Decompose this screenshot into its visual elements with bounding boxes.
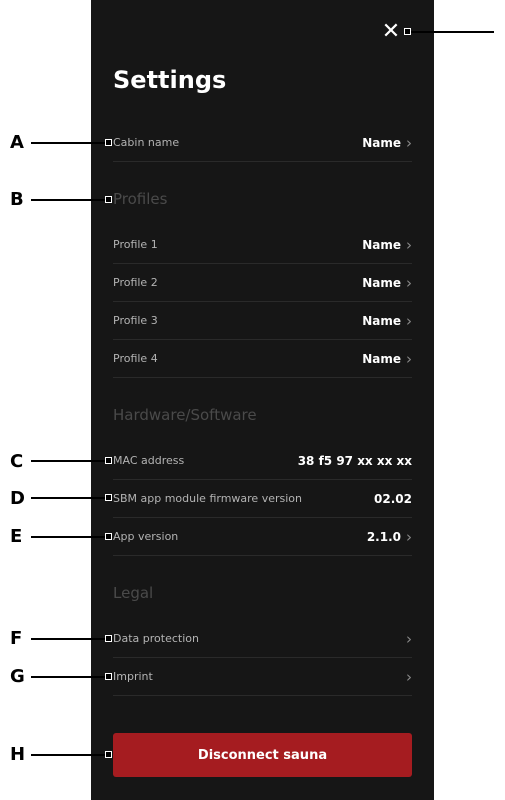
section-legal: Legal [113, 584, 154, 602]
callout-line-h [31, 754, 109, 756]
callout-marker-a [105, 139, 112, 146]
profile-2-value: Name [362, 275, 401, 290]
callout-line-close [408, 31, 494, 33]
profile-1-row[interactable]: Profile 1 Name › [113, 226, 412, 264]
app-version-label: App version [113, 530, 179, 543]
callout-marker-g [105, 673, 112, 680]
cabin-name-value: Name [362, 135, 401, 150]
firmware-version-value: 02.02 [374, 491, 412, 506]
chevron-right-icon: › [406, 629, 412, 648]
profile-4-row[interactable]: Profile 4 Name › [113, 340, 412, 378]
imprint-row[interactable]: Imprint › [113, 658, 412, 696]
callout-line-b [31, 199, 109, 201]
profile-2-row[interactable]: Profile 2 Name › [113, 264, 412, 302]
callout-line-c [31, 460, 109, 462]
callout-marker-close [404, 28, 411, 35]
mac-address-value: 38 f5 97 xx xx xx [297, 453, 412, 468]
callout-line-a [31, 142, 109, 144]
profile-1-value: Name [362, 237, 401, 252]
data-protection-row[interactable]: Data protection › [113, 620, 412, 658]
cabin-name-row[interactable]: Cabin name Name › [113, 124, 412, 162]
callout-marker-f [105, 635, 112, 642]
cabin-name-label: Cabin name [113, 136, 180, 149]
callout-letter-d: D [10, 488, 25, 509]
callout-letter-h: H [10, 744, 26, 765]
data-protection-label: Data protection [113, 632, 199, 645]
app-version-row[interactable]: App version 2.1.0 › [113, 518, 412, 556]
profile-2-label: Profile 2 [113, 276, 158, 289]
close-icon[interactable]: ✕ [381, 21, 401, 43]
firmware-version-row: SBM app module firmware version 02.02 [113, 480, 412, 518]
callout-letter-f: F [10, 628, 23, 649]
callout-letter-b: B [10, 189, 24, 210]
chevron-right-icon: › [406, 667, 412, 686]
profile-3-row[interactable]: Profile 3 Name › [113, 302, 412, 340]
section-hardware-software: Hardware/Software [113, 406, 257, 424]
callout-line-d [31, 497, 109, 499]
callout-marker-e [105, 533, 112, 540]
chevron-right-icon: › [406, 349, 412, 368]
profile-3-value: Name [362, 313, 401, 328]
callout-marker-b [105, 196, 112, 203]
callout-marker-h [105, 751, 112, 758]
chevron-right-icon: › [406, 311, 412, 330]
callout-marker-d [105, 494, 112, 501]
callout-line-g [31, 676, 109, 678]
app-version-value: 2.1.0 [366, 529, 401, 544]
callout-line-f [31, 638, 109, 640]
page-title: Settings [113, 66, 227, 94]
chevron-right-icon: › [406, 235, 412, 254]
mac-address-label: MAC address [113, 454, 185, 467]
profile-1-label: Profile 1 [113, 238, 158, 251]
chevron-right-icon: › [406, 273, 412, 292]
profile-3-label: Profile 3 [113, 314, 158, 327]
disconnect-sauna-button[interactable]: Disconnect sauna [113, 733, 412, 777]
profile-4-value: Name [362, 351, 401, 366]
callout-letter-e: E [10, 526, 23, 547]
firmware-version-label: SBM app module firmware version [113, 492, 302, 505]
callout-letter-a: A [10, 132, 24, 153]
profile-4-label: Profile 4 [113, 352, 158, 365]
callout-letter-g: G [10, 666, 25, 687]
mac-address-row: MAC address 38 f5 97 xx xx xx [113, 442, 412, 480]
chevron-right-icon: › [406, 527, 412, 546]
section-profiles: Profiles [113, 190, 168, 208]
chevron-right-icon: › [406, 133, 412, 152]
callout-letter-c: C [10, 451, 24, 472]
callout-marker-c [105, 457, 112, 464]
imprint-label: Imprint [113, 670, 153, 683]
callout-line-e [31, 536, 109, 538]
